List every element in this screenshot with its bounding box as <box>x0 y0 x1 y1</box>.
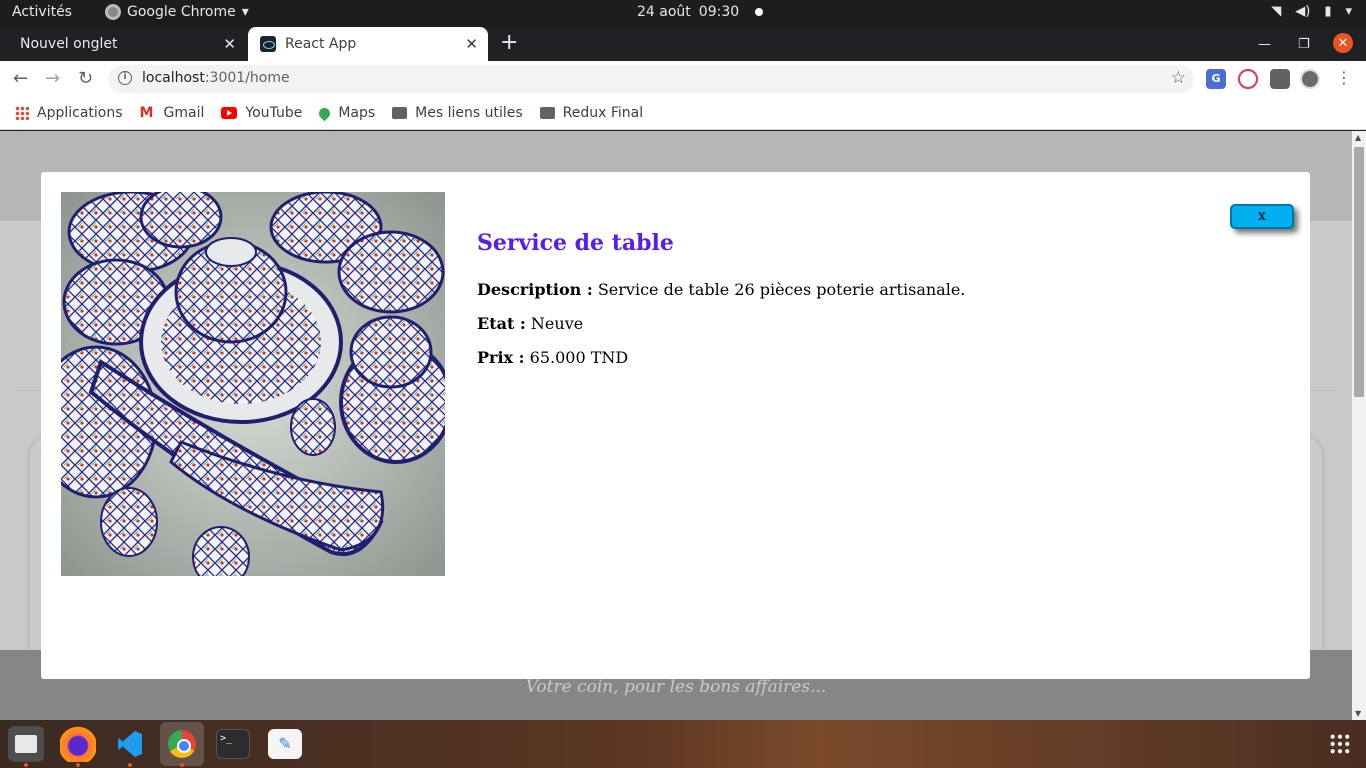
vscode-icon[interactable] <box>112 726 148 762</box>
running-indicator-icon <box>180 763 184 767</box>
maps-icon <box>317 105 333 121</box>
product-image <box>61 192 445 576</box>
apps-grid-icon <box>15 106 29 120</box>
description-label: Description : <box>477 280 593 299</box>
product-description: Description : Service de table 26 pièces… <box>477 280 965 299</box>
app-menu[interactable]: Google Chrome ▾ <box>105 4 249 20</box>
system-top-bar: Activités Google Chrome ▾ 24 août 09:30 … <box>0 0 1366 27</box>
bookmark-label: Redux Final <box>562 105 644 121</box>
close-modal-button[interactable]: x <box>1230 204 1294 229</box>
clock[interactable]: 24 août 09:30 <box>637 4 764 20</box>
profile-avatar[interactable] <box>1300 69 1320 89</box>
youtube-icon <box>221 107 238 119</box>
product-details: Service de table Description : Service d… <box>477 230 965 382</box>
product-modal: x Service de table Description : Service… <box>41 172 1310 679</box>
description-value: Service de table 26 pièces poterie artis… <box>597 280 966 299</box>
running-indicator-icon <box>128 763 132 767</box>
more-menu-icon[interactable]: ⋮ <box>1336 69 1352 89</box>
close-tab-icon[interactable]: ✕ <box>465 35 478 53</box>
bookmark-gmail[interactable]: M Gmail <box>140 105 205 121</box>
caret-down-icon: ▾ <box>1345 4 1352 19</box>
tab-new-tab[interactable]: Nouvel onglet ✕ <box>0 27 246 61</box>
gmail-icon: M <box>139 105 154 121</box>
chrome-dock-icon[interactable] <box>160 722 204 766</box>
window-close-icon[interactable]: ✕ <box>1333 33 1353 53</box>
running-indicator-icon <box>76 763 80 767</box>
clock-time: 09:30 <box>698 4 740 20</box>
product-price: Prix : 65.000 TND <box>477 348 965 367</box>
restore-icon[interactable]: ❐ <box>1298 27 1310 61</box>
bookmark-label: YouTube <box>245 105 303 121</box>
back-icon[interactable]: ← <box>13 68 28 90</box>
scroll-down-icon[interactable]: ▼ <box>1355 709 1361 718</box>
bookmark-label: Mes liens utiles <box>415 105 523 121</box>
page-viewport: Votre coin, pour les bons affaires... x … <box>0 131 1352 720</box>
caret-down-icon: ▾ <box>241 4 249 20</box>
url-path: :3001/home <box>204 70 290 86</box>
bookmark-star-icon[interactable]: ☆ <box>1171 68 1186 88</box>
bookmark-mes-liens-utiles[interactable]: Mes liens utiles <box>392 105 523 121</box>
files-icon[interactable] <box>8 726 44 762</box>
bookmark-youtube[interactable]: YouTube <box>221 105 302 121</box>
scroll-up-icon[interactable]: ▲ <box>1355 133 1361 142</box>
running-indicator-icon <box>24 763 28 767</box>
system-tray[interactable]: ◥ ◀) ▮ ▾ <box>1271 4 1352 19</box>
bookmarks-bar: Applications M Gmail YouTube Maps Mes lie… <box>0 97 1366 130</box>
url-text: localhost:3001/home <box>142 70 290 86</box>
tab-title: React App <box>285 36 357 52</box>
prix-label: Prix : <box>477 348 525 367</box>
bookmark-redux-final[interactable]: Redux Final <box>539 105 644 121</box>
battery-icon: ▮ <box>1324 4 1332 19</box>
chrome-icon <box>105 4 121 20</box>
etat-label: Etat : <box>477 314 526 333</box>
close-tab-icon[interactable]: ✕ <box>223 35 236 53</box>
react-icon <box>260 36 276 52</box>
extension-icon[interactable] <box>1238 69 1258 89</box>
url-host: localhost <box>142 70 205 86</box>
wifi-icon: ◥ <box>1271 4 1282 19</box>
product-condition: Etat : Neuve <box>477 314 965 333</box>
browser-toolbar: ← → ↻ i localhost:3001/home ☆ G ⋮ <box>0 61 1366 97</box>
address-bar[interactable]: i localhost:3001/home ☆ <box>108 65 1194 93</box>
bookmark-maps[interactable]: Maps <box>317 105 376 121</box>
tab-react-app[interactable]: React App ✕ <box>248 27 488 61</box>
new-tab-icon[interactable]: + <box>500 32 518 54</box>
tableware-photo <box>61 192 445 576</box>
tab-title: Nouvel onglet <box>20 36 118 52</box>
notification-dot-icon <box>755 8 764 16</box>
text-editor-icon[interactable]: ✎ <box>268 729 302 759</box>
page-scrollbar[interactable]: ▲ ▼ <box>1352 131 1366 720</box>
app-name: Google Chrome <box>127 4 236 20</box>
reload-icon[interactable]: ↻ <box>78 68 93 90</box>
site-info-icon[interactable]: i <box>118 71 132 85</box>
browser-tab-strip: Nouvel onglet ✕ React App ✕ + — ❐ ✕ <box>0 27 1366 61</box>
product-title: Service de table <box>477 230 674 256</box>
bookmark-label: Gmail <box>163 105 205 121</box>
prix-value: 65.000 TND <box>529 348 629 367</box>
translate-extension-icon[interactable]: G <box>1206 69 1226 89</box>
extensions-puzzle-icon[interactable] <box>1270 69 1290 89</box>
folder-icon <box>539 107 555 119</box>
bookmark-label: Applications <box>37 105 123 121</box>
folder-icon <box>392 107 408 119</box>
etat-value: Neuve <box>530 314 584 333</box>
volume-icon: ◀) <box>1295 4 1311 19</box>
dock: >_ ✎ <box>0 720 1366 768</box>
activities-button[interactable]: Activités <box>12 4 72 20</box>
scrollbar-thumb[interactable] <box>1354 147 1364 397</box>
terminal-icon[interactable]: >_ <box>216 729 250 759</box>
show-applications-icon[interactable] <box>1329 733 1351 755</box>
firefox-icon[interactable] <box>60 726 96 762</box>
minimize-icon[interactable]: — <box>1258 27 1271 61</box>
bookmark-label: Maps <box>338 105 376 121</box>
clock-date: 24 août <box>637 4 691 20</box>
bookmark-applications[interactable]: Applications <box>15 105 123 121</box>
forward-icon[interactable]: → <box>45 68 60 90</box>
